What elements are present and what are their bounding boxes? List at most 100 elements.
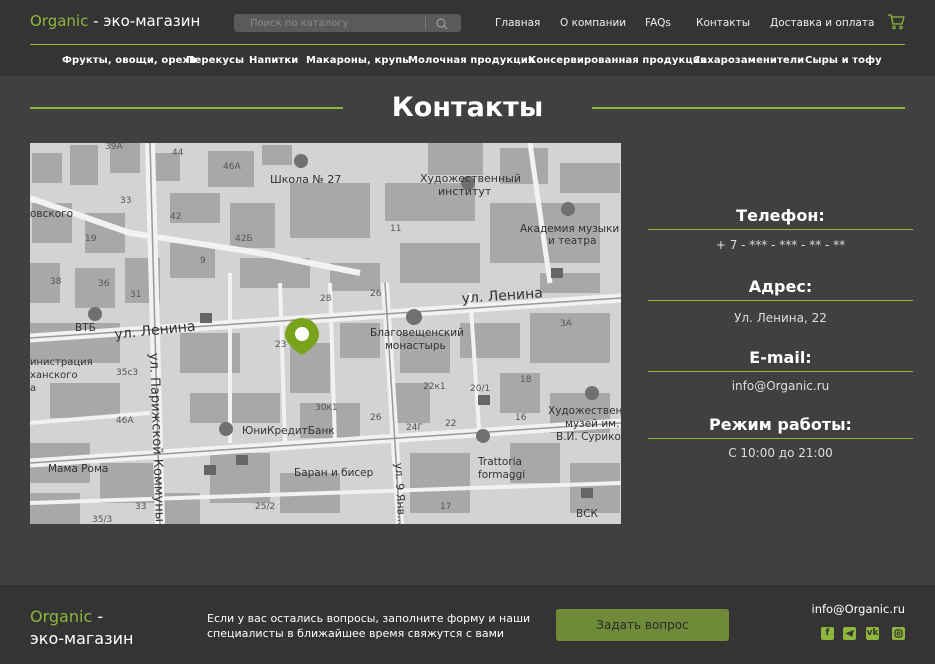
svg-text:30к1: 30к1	[315, 403, 338, 413]
category-canned[interactable]: Консервированная продукция	[528, 55, 707, 66]
footer-logo-dash: -	[92, 607, 104, 626]
logo-brand: Organic	[30, 12, 89, 30]
telegram-icon[interactable]	[843, 627, 856, 640]
header-divider	[30, 44, 905, 45]
svg-text:17: 17	[440, 502, 451, 512]
svg-text:35/3: 35/3	[92, 515, 112, 524]
svg-text:Мама Рома: Мама Рома	[48, 463, 108, 475]
svg-text:31: 31	[130, 290, 141, 300]
svg-text:11: 11	[390, 224, 401, 234]
footer-logo-brand: Organic	[30, 607, 93, 626]
svg-text:22к1: 22к1	[423, 382, 446, 392]
svg-text:Благовещенский: Благовещенский	[370, 327, 464, 339]
svg-text:23: 23	[275, 340, 286, 350]
category-drinks[interactable]: Напитки	[249, 55, 298, 66]
ask-question-button[interactable]: Задать вопрос	[556, 609, 729, 641]
svg-text:33: 33	[120, 196, 131, 206]
search-icon	[436, 18, 448, 30]
svg-text:19: 19	[85, 234, 97, 244]
svg-text:Художественн: Художественн	[548, 405, 621, 417]
svg-text:formaggi: formaggi	[478, 469, 525, 481]
email-value[interactable]: info@Organic.ru	[648, 379, 913, 393]
category-pasta[interactable]: Макароны, крупы	[306, 55, 411, 66]
category-sweeteners[interactable]: Сахарозаменители	[693, 55, 804, 66]
svg-text:20/1: 20/1	[470, 384, 490, 394]
nav-contacts[interactable]: Контакты	[696, 17, 750, 29]
svg-text:46А: 46А	[116, 416, 134, 426]
phone-divider	[648, 229, 913, 230]
logo[interactable]: Organic - эко-магазин	[30, 12, 200, 30]
nav-home[interactable]: Главная	[495, 17, 540, 29]
facebook-icon[interactable]: f	[821, 627, 834, 640]
search-bar	[234, 14, 461, 32]
svg-text:музей им.: музей им.	[565, 418, 619, 430]
category-cheese[interactable]: Сыры и тофу	[805, 55, 882, 66]
map-canvas: ул. Ленина ул. Ленина ул. Парижской Комм…	[30, 143, 621, 524]
header: Organic - эко-магазин Главная О компании…	[0, 0, 935, 76]
cart-icon[interactable]	[887, 13, 905, 31]
footer-email[interactable]: info@Organic.ru	[800, 602, 905, 616]
svg-text:Trattoria: Trattoria	[477, 456, 522, 468]
svg-text:Художественный: Художественный	[420, 172, 521, 185]
nav-about[interactable]: О компании	[560, 17, 626, 29]
svg-text:институт: институт	[438, 185, 492, 198]
address-value: Ул. Ленина, 22	[734, 311, 827, 325]
hours-heading: Режим работы:	[709, 415, 852, 434]
footer-logo[interactable]: Organic - эко-магазин	[30, 606, 133, 650]
svg-text:38: 38	[50, 277, 62, 287]
svg-text:Баран и бисер: Баран и бисер	[294, 467, 374, 479]
svg-text:18: 18	[520, 375, 532, 385]
email-divider	[648, 371, 913, 372]
svg-text:а: а	[30, 383, 36, 394]
category-snacks[interactable]: Перекусы	[186, 55, 244, 66]
map[interactable]: ул. Ленина ул. Ленина ул. Парижской Комм…	[30, 143, 621, 524]
svg-text:42Б: 42Б	[235, 234, 253, 244]
title-line-left	[30, 107, 343, 109]
svg-text:46А: 46А	[223, 162, 241, 172]
search-button[interactable]	[432, 16, 452, 30]
svg-text:24Г: 24Г	[406, 423, 423, 433]
instagram-icon[interactable]	[892, 627, 905, 640]
svg-text:26: 26	[370, 289, 382, 299]
svg-text:монастырь: монастырь	[385, 340, 446, 352]
svg-text:ЮниКредитБанк: ЮниКредитБанк	[242, 425, 335, 437]
logo-subtitle: - эко-магазин	[88, 12, 201, 30]
address-heading: Адрес:	[748, 277, 813, 296]
address-divider	[648, 300, 913, 301]
svg-text:39А: 39А	[105, 143, 123, 152]
svg-text:и театра: и театра	[548, 235, 596, 247]
svg-text:ВТБ: ВТБ	[75, 322, 96, 334]
phone-heading: Телефон:	[736, 206, 825, 225]
svg-text:9: 9	[200, 256, 206, 266]
footer: Organic - эко-магазин Если у вас осталис…	[0, 585, 935, 664]
svg-text:36: 36	[98, 279, 110, 289]
hours-divider	[648, 438, 913, 439]
svg-text:овского: овского	[30, 208, 73, 220]
svg-text:42: 42	[170, 212, 181, 222]
svg-text:26: 26	[370, 413, 382, 423]
svg-text:ханского: ханского	[30, 370, 78, 381]
email-heading: E-mail:	[749, 348, 812, 367]
svg-text:28: 28	[320, 294, 332, 304]
footer-text: Если у вас остались вопросы, заполните ф…	[207, 612, 531, 640]
svg-text:44: 44	[172, 148, 184, 158]
title-line-right	[592, 107, 905, 109]
svg-text:25/2: 25/2	[255, 502, 275, 512]
footer-logo-subtitle: эко-магазин	[30, 629, 134, 648]
svg-text:Школа № 27: Школа № 27	[270, 173, 341, 186]
category-fruits[interactable]: Фрукты, овощи, орехи	[62, 55, 196, 66]
nav-delivery[interactable]: Доставка и оплата	[770, 17, 874, 29]
vk-icon[interactable]: vk	[866, 627, 879, 640]
svg-text:Академия музыки: Академия музыки	[520, 223, 619, 235]
svg-text:16: 16	[515, 413, 527, 423]
category-dairy[interactable]: Молочная продукция	[408, 55, 534, 66]
page-title: Контакты	[391, 92, 544, 123]
svg-text:22: 22	[445, 419, 456, 429]
nav-faqs[interactable]: FAQs	[645, 17, 671, 29]
search-divider	[425, 17, 426, 29]
phone-value[interactable]: + 7 - *** - *** - ** - **	[648, 238, 913, 252]
svg-text:3А: 3А	[560, 319, 573, 329]
svg-text:В.И. Сурико: В.И. Сурико	[556, 431, 621, 443]
svg-text:33: 33	[135, 502, 146, 512]
search-input[interactable]	[234, 14, 424, 32]
